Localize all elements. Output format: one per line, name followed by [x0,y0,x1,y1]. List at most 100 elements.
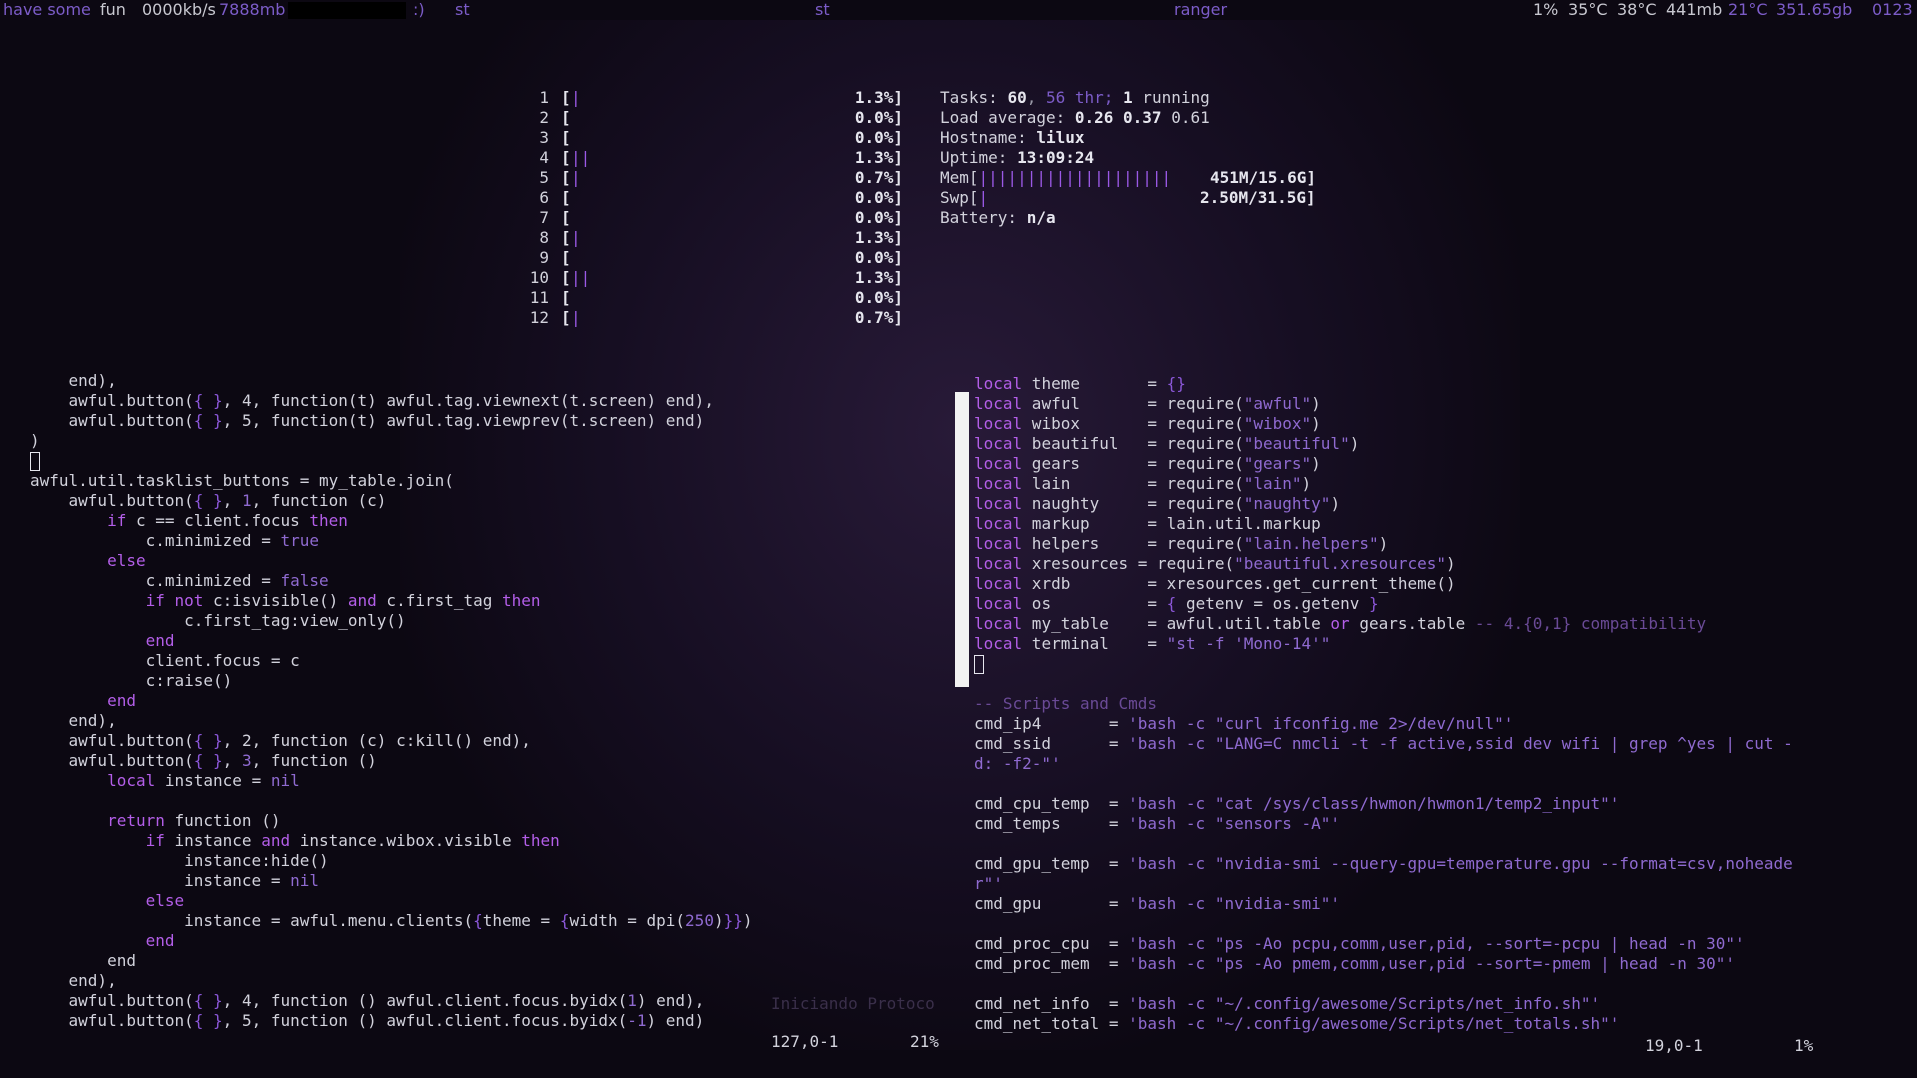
swp-meter: Swp[| 2.50M/31.5G] [940,188,1316,208]
code-line: cmd_proc_mem = 'bash -c "ps -Ao pmem,com… [974,954,1735,973]
swp-value: 2.50M/31.5G] [1200,188,1316,207]
code-line: local helpers = require("lain.helpers") [974,534,1389,553]
uptime-value: 13:09:24 [1017,148,1095,167]
hostname-line: Hostname: lilux [940,128,1085,148]
window-title-st[interactable]: st [815,0,830,19]
code-line: local instance = nil [107,771,300,790]
cpu-meter-row: 2 [0.0%] [527,108,907,128]
text-cursor [30,452,40,471]
memory-widget: 7888mb [219,0,286,19]
cpu-bracket: [ [561,268,571,287]
right-cursor-position: 19,0-1 [1645,1036,1703,1055]
code-line: cmd_gpu = 'bash -c "nvidia-smi"' [974,894,1341,913]
code-line: c.minimized = true [30,531,319,550]
gpu-temp-widget: 38°C [1617,0,1657,19]
window-title-ranger[interactable]: ranger [1174,0,1227,19]
code-line: awful.button({ }, 2, function (c) c:kill… [30,731,531,750]
code-line: local os = { getenv = os.getenv } [974,594,1379,613]
threads-value: 56 [1045,88,1066,107]
cpu-id: 12 [529,308,549,327]
left-scroll-percent: 21% [910,1032,939,1051]
code-line: ) [30,431,40,450]
cpu-percent: 0.0%] [854,288,903,307]
code-line: r"' [974,874,1003,893]
cpu-percent: 0.0%] [854,188,903,207]
load-line: Load average: 0.26 0.37 0.61 [940,108,1210,128]
bar-text-have-some: have some [3,0,91,19]
code-line: cmd_net_total = 'bash -c "~/.config/awes… [974,1014,1620,1033]
code-line: local wibox = require("wibox") [974,414,1321,433]
hostname-value: lilux [1036,128,1085,147]
cpu-widget: 1% [1533,0,1559,19]
code-line: return function () [107,811,281,830]
code-line: local my_table = awful.util.table or gea… [974,614,1707,633]
code-line: c.minimized = false [30,571,329,590]
cpu-percent: 1.3%] [854,148,903,167]
code-line: awful.util.tasklist_buttons = my_table.j… [30,471,454,490]
hostname-label: Hostname: [940,128,1037,147]
code-line: cmd_net_info = 'bash -c "~/.config/aweso… [974,994,1601,1013]
code-line: else [145,891,185,910]
cpu-id: 9 [539,248,549,267]
cpu-meter-row: 6 [0.0%] [527,188,907,208]
code-line: cmd_gpu_temp = 'bash -c "nvidia-smi --qu… [974,854,1793,873]
cpu-bracket: [ [561,288,571,307]
code-line: end), [30,371,117,390]
code-line: d: -f2-"' [974,754,1061,773]
cpu-percent: 1.3%] [854,228,903,247]
left-editor[interactable]: end), awful.button({ }, 4, function(t) a… [30,371,950,1051]
code-line: end [30,951,136,970]
htop-pane: 1[| 1.3%] 2[0.0%] 3[0.0%] 4[|| 1.3%] 5[| 0.7%] 6… [527,88,1327,338]
cpu-id: 7 [539,208,549,227]
code-line: local beautiful = require("beautiful") [974,434,1360,453]
cpu-meter-row: 1 [| 1.3%] [527,88,907,108]
cpu-meter-row: 8 [| 1.3%] [527,228,907,248]
swp-bar: | [978,188,989,207]
code-line: awful.button({ }, 4, function () awful.c… [30,991,705,1010]
mem-bar: |||||||||||||||||||| [978,168,1172,187]
code-line: end), [30,711,117,730]
cpu-bar: || [571,268,591,287]
cpu-id: 6 [539,188,549,207]
redacted-region [288,2,406,19]
code-line: -- Scripts and Cmds [974,694,1158,713]
code-line: cmd_proc_cpu = 'bash -c "ps -Ao pcpu,com… [974,934,1745,953]
uptime-line: Uptime: 13:09:24 [940,148,1094,168]
weather-widget: 21°C [1728,0,1768,19]
disk-widget: 351.65gb [1776,0,1853,19]
code-line: awful.button({ }, 5, function () awful.c… [30,1011,705,1030]
cpu-bracket: [ [561,248,571,267]
code-line: c:raise() [30,671,233,690]
tasks-value: 60 [1007,88,1027,107]
cpu-id: 8 [539,228,549,247]
code-line: awful.button({ }, 5, function(t) awful.t… [30,411,705,430]
cpu-bracket: [ [561,108,571,127]
cpu-bracket: [ [561,208,571,227]
mem-meter: Mem[|||||||||||||||||||| 451M/15.6G] [940,168,1316,188]
cpu-bracket: [ [561,308,571,327]
tasks-label: Tasks: [940,88,1008,107]
cpu-meter-row: 11 [0.0%] [527,288,907,308]
code-line: end [145,931,175,950]
code-line: if c == client.focus then [107,511,348,530]
code-line: local awful = require("awful") [974,394,1321,413]
uptime-label: Uptime: [940,148,1018,167]
code-line [974,654,984,674]
cpu-percent: 0.7%] [854,168,903,187]
cpu-bar: || [571,148,591,167]
code-line: end), [30,971,117,990]
cpu-bar: | [571,228,581,247]
clock-widget: 0123 [1872,0,1913,19]
right-editor[interactable]: local theme = {} local awful = require("a… [974,374,1844,1054]
code-line: awful.button({ }, 4, function(t) awful.t… [30,391,714,410]
threads-label: thr; [1065,88,1124,107]
code-line: if not c:isvisible() and c.first_tag the… [145,591,541,610]
cpu-meter-row: 9 [0.0%] [527,248,907,268]
cpu-id: 4 [539,148,549,167]
right-scroll-percent: 1% [1794,1036,1814,1055]
load-value-short: 0.26 0.37 [1074,108,1162,127]
code-line: local markup = lain.util.markup [974,514,1321,533]
cpu-id: 1 [539,88,549,107]
tag-st[interactable]: st [455,0,470,19]
cpu-meter-row: 7 [0.0%] [527,208,907,228]
